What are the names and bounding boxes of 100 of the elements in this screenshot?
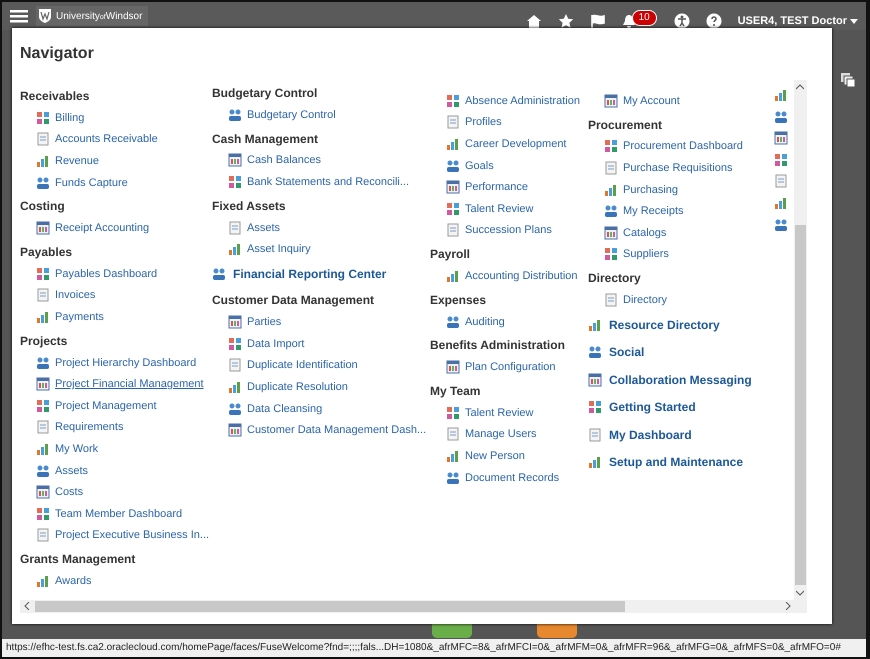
nav-link[interactable]: Payments <box>20 306 212 328</box>
tile-grid-icon <box>588 400 602 414</box>
nav-link[interactable]: Revenue <box>20 150 212 172</box>
nav-link[interactable]: Catalogs <box>588 222 772 244</box>
nav-link[interactable]: Talent Review <box>430 198 588 220</box>
horizontal-scrollbar[interactable] <box>20 600 807 613</box>
section-heading: Fixed Assets <box>212 198 287 214</box>
nav-link[interactable]: Talent Review <box>430 402 588 424</box>
stack-icon[interactable] <box>840 72 856 88</box>
nav-link[interactable]: Project Management <box>20 394 212 417</box>
dashboard-icon <box>36 377 50 392</box>
bar-chart-icon <box>228 380 242 394</box>
help-icon[interactable] <box>706 13 722 29</box>
nav-link[interactable]: Payables Dashboard <box>20 262 212 285</box>
nav-link[interactable]: Data Import <box>212 333 430 355</box>
nav-link[interactable]: Parties <box>212 311 430 334</box>
bar-chart-icon <box>588 318 602 332</box>
nav-link[interactable]: Funds Capture <box>20 172 212 194</box>
nav-link[interactable]: Cash Balances <box>212 150 430 172</box>
nav-link[interactable]: New Person <box>430 445 588 467</box>
nav-link[interactable]: My Work <box>20 438 212 460</box>
section-heading: Procurement <box>588 116 664 133</box>
nav-link[interactable]: Goals <box>430 154 588 176</box>
nav-link[interactable]: Purchase Requisitions <box>588 157 772 179</box>
nav-link[interactable]: Purchasing <box>588 178 772 200</box>
nav-link[interactable]: Directory <box>588 289 772 311</box>
nav-link[interactable]: Profiles <box>430 112 588 134</box>
nav-link[interactable]: Assets <box>20 460 212 482</box>
bar-chart-icon <box>36 574 50 588</box>
document-icon <box>774 174 788 188</box>
vertical-scrollbar[interactable] <box>794 80 807 600</box>
nav-link[interactable]: Collaboration Messaging <box>588 366 772 394</box>
bar-chart-icon <box>446 136 460 151</box>
bar-chart-icon <box>446 268 460 283</box>
dashboard-icon <box>228 423 242 438</box>
nav-link[interactable]: Budgetary Control <box>212 104 430 126</box>
shield-icon <box>38 8 52 24</box>
nav-link[interactable]: Accounting Distribution <box>430 265 588 287</box>
bar-chart-icon <box>774 196 788 210</box>
nav-link[interactable]: Costs <box>20 481 212 503</box>
nav-link[interactable]: Assets <box>212 216 430 238</box>
section-heading: Cash Management <box>212 130 320 147</box>
bell-icon[interactable] <box>622 14 636 28</box>
section-heading: Customer Data Management <box>212 292 376 308</box>
section-heading: Benefits Administration <box>430 337 566 354</box>
nav-link[interactable]: Duplicate Identification <box>212 354 430 376</box>
status-url: https://efhc-test.fs.ca2.oraclecloud.com/homePage/faces/FuseWelcome?fnd=;;;;fals...DH=1080&_afrMFC=8&_afrMFCI=0&_afrMFM=0&_afrMFR=96&_afrMFG=0&_afrMFS=0&_afrMFO=0# <box>2 639 866 657</box>
nav-link[interactable]: Auditing <box>430 310 588 332</box>
nav-link[interactable]: Performance <box>430 176 588 198</box>
accessibility-icon[interactable] <box>674 13 690 29</box>
nav-link[interactable]: Manage Users <box>430 424 588 446</box>
nav-link[interactable]: Project Hierarchy Dashboard <box>20 352 212 374</box>
document-icon <box>36 132 50 146</box>
user-menu[interactable]: USER4, TEST Doctor <box>738 12 858 30</box>
nav-link[interactable]: Awards <box>20 570 212 592</box>
document-icon <box>36 288 50 302</box>
nav-link[interactable]: Customer Data Management Dash... <box>212 419 430 442</box>
nav-link[interactable]: Billing <box>20 107 212 129</box>
document-icon <box>588 428 602 442</box>
nav-link[interactable]: My Account <box>588 90 772 112</box>
nav-link[interactable]: Duplicate Resolution <box>212 376 430 398</box>
nav-link[interactable]: Receipt Accounting <box>20 217 212 239</box>
star-icon[interactable] <box>558 14 574 28</box>
nav-link[interactable]: Resource Directory <box>588 310 772 338</box>
nav-link[interactable]: Project Executive Business In... <box>20 524 212 546</box>
nav-link[interactable]: Absence Administration <box>430 90 588 112</box>
nav-link[interactable]: My Dashboard <box>588 420 772 448</box>
nav-link[interactable]: Team Member Dashboard <box>20 502 212 524</box>
scroll-right-icon <box>785 602 791 610</box>
dashboard-icon <box>774 131 788 146</box>
nav-link[interactable]: Bank Statements and Reconcili... <box>212 171 430 193</box>
nav-link[interactable]: My Receipts <box>588 200 772 222</box>
nav-link[interactable]: Setup and Maintenance <box>588 448 772 476</box>
tile-grid-icon <box>228 336 242 351</box>
nav-link[interactable]: Plan Configuration <box>430 356 588 378</box>
panel-title: Navigator <box>20 44 95 64</box>
nav-link[interactable]: Social <box>588 338 772 366</box>
document-icon <box>228 220 242 235</box>
bar-chart-icon <box>228 242 242 256</box>
notification-badge: 10 <box>632 10 657 26</box>
nav-link[interactable]: Succession Plans <box>430 220 588 242</box>
nav-link[interactable]: Career Development <box>430 133 588 155</box>
people-icon <box>212 266 226 281</box>
nav-link[interactable]: Requirements <box>20 416 212 438</box>
nav-link[interactable]: Project Financial Management <box>20 373 212 395</box>
nav-link[interactable]: Data Cleansing <box>212 398 430 420</box>
nav-link[interactable]: Financial Reporting Center <box>212 260 430 288</box>
nav-link[interactable]: Procurement Dashboard <box>588 136 772 158</box>
nav-link[interactable]: Getting Started <box>588 393 772 421</box>
nav-link[interactable]: Accounts Receivable <box>20 128 212 150</box>
nav-link[interactable]: Invoices <box>20 284 212 306</box>
nav-link[interactable]: Suppliers <box>588 244 772 266</box>
bar-chart-icon <box>36 310 50 324</box>
home-icon[interactable] <box>526 14 542 28</box>
document-icon <box>446 115 460 130</box>
flag-icon[interactable] <box>590 14 606 28</box>
nav-link[interactable]: Document Records <box>430 466 588 488</box>
scroll-up-icon <box>796 84 804 90</box>
menu-icon[interactable] <box>10 9 28 23</box>
nav-link[interactable]: Asset Inquiry <box>212 238 430 260</box>
